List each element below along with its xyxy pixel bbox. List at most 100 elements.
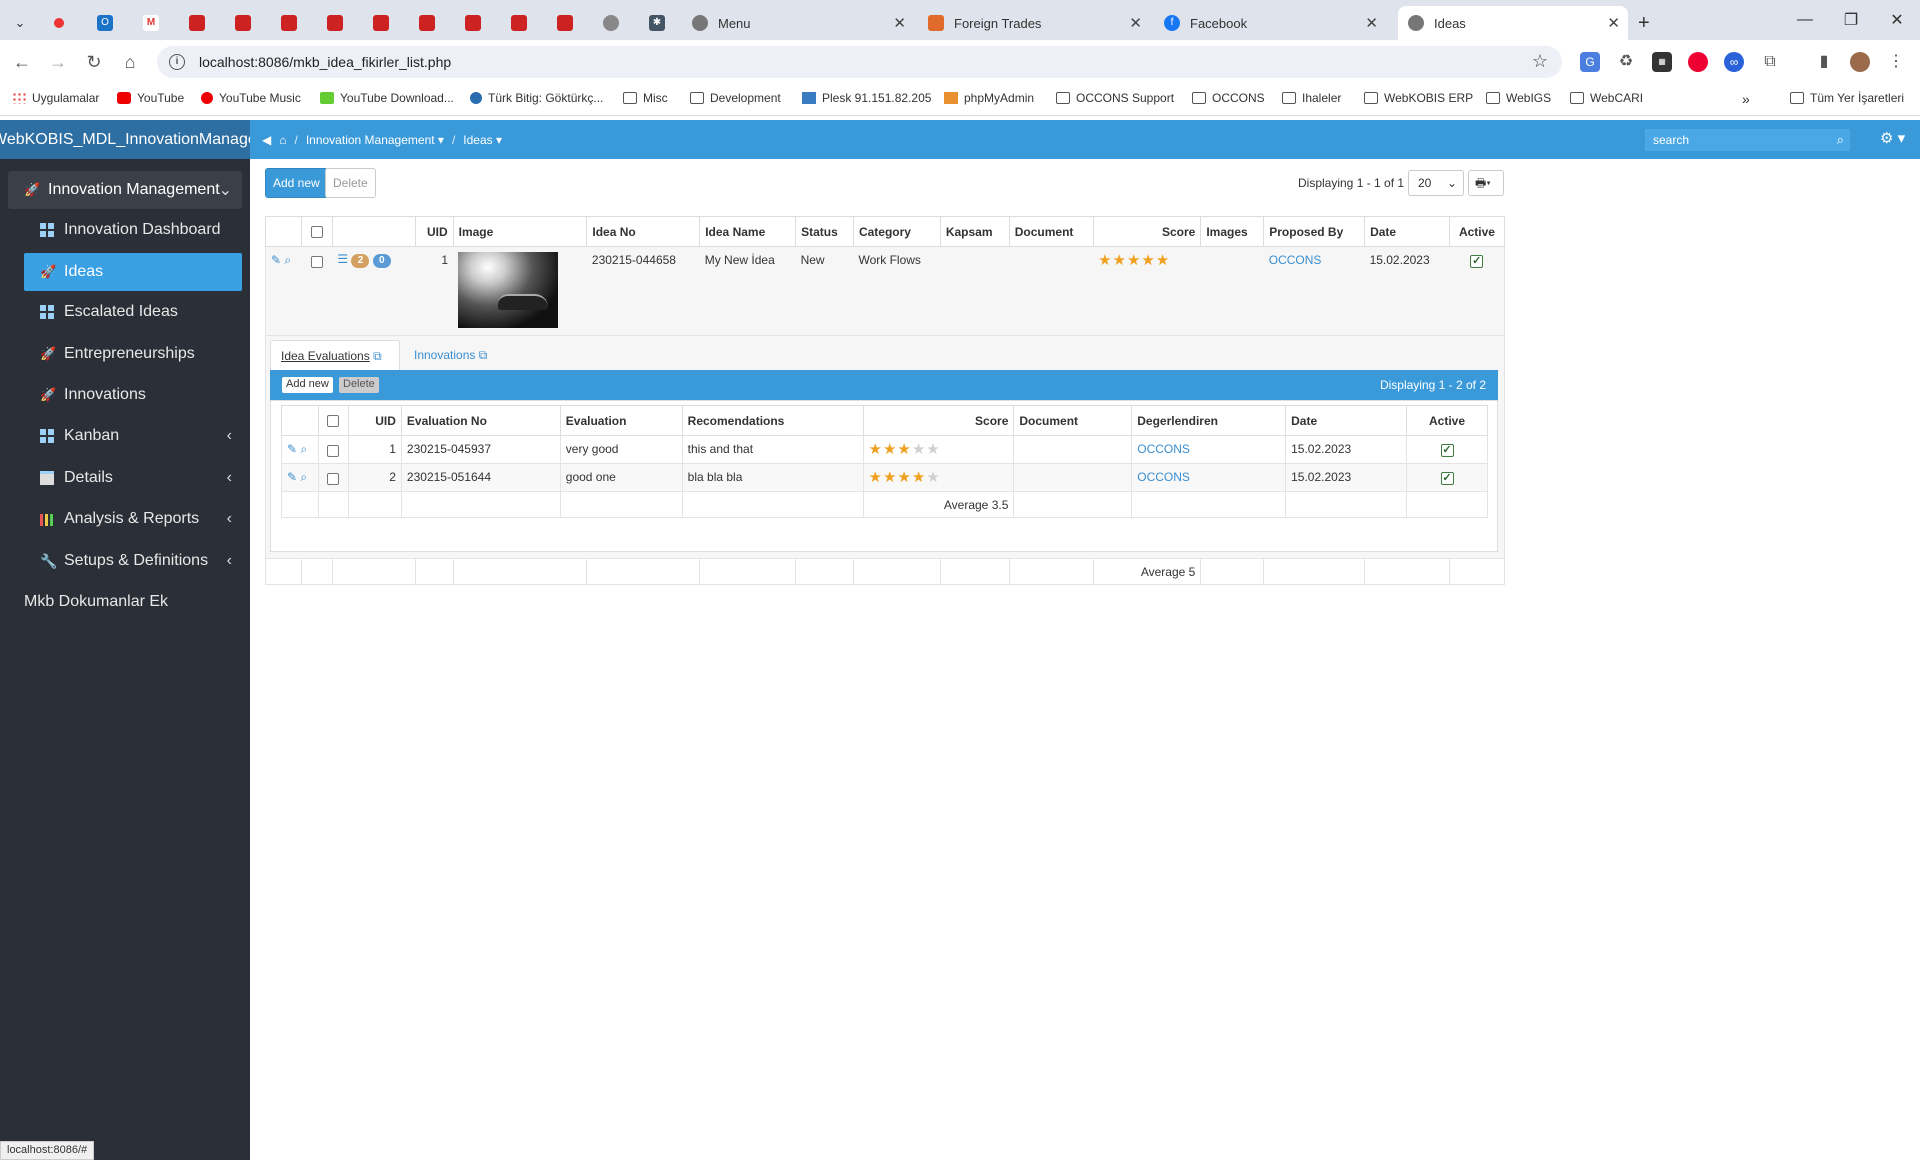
sidepanel-icon[interactable]: ▮	[1814, 52, 1834, 72]
sidebar-item-innovation-management[interactable]: 🚀 Innovation Management ⌄	[8, 171, 242, 209]
close-icon[interactable]: ✕	[1607, 14, 1620, 32]
bookmark-webkobis-erp[interactable]: WebKOBIS ERP	[1364, 91, 1473, 105]
sidebar-item-entrepreneurships[interactable]: 🚀 Entrepreneurships	[24, 335, 242, 373]
external-link-icon[interactable]: ⧉	[373, 349, 382, 363]
proposed-by-link[interactable]: OCCONS	[1269, 253, 1322, 267]
column-header[interactable]: Document	[1013, 405, 1133, 436]
app-brand[interactable]: WebKOBIS_MDL_InnovationManagement	[0, 120, 250, 159]
print-button[interactable]: 🖶▾	[1468, 170, 1504, 196]
url-text[interactable]: localhost:8086/mkb_idea_fikirler_list.ph…	[199, 54, 451, 70]
evaluations-count-badge[interactable]: 2	[351, 254, 370, 268]
active-checkbox[interactable]: ✓	[1440, 472, 1454, 485]
pinned-tab[interactable]	[220, 6, 266, 40]
edit-icon[interactable]: ✎	[287, 470, 297, 484]
sidebar-item-innovation-dashboard[interactable]: Innovation Dashboard	[24, 211, 242, 249]
search-icon[interactable]: ⌕	[300, 442, 307, 456]
bookmark-development[interactable]: Development	[690, 91, 781, 105]
restore-icon[interactable]: ❐	[1828, 0, 1874, 40]
translate-icon[interactable]: G	[1580, 52, 1600, 72]
column-header[interactable]: UID	[347, 405, 402, 436]
close-icon[interactable]: ✕	[893, 14, 906, 32]
sidebar-item-analysis-reports[interactable]: Analysis & Reports ‹	[24, 500, 242, 538]
recycle-icon[interactable]: ♻	[1616, 52, 1636, 72]
add-new-button[interactable]: Add new	[265, 168, 328, 198]
pinned-tab[interactable]	[266, 6, 312, 40]
sidebar-item-kanban[interactable]: Kanban ‹	[24, 417, 242, 455]
table-row[interactable]: ✎ ⌕ 2 230215-051644 good one bla bla bla…	[281, 463, 1488, 492]
bookmark-apps[interactable]: Uygulamalar	[12, 91, 99, 105]
search-icon[interactable]: ⌕	[284, 253, 291, 267]
search-icon[interactable]: ⌕	[300, 470, 307, 484]
column-header[interactable]: Idea No	[586, 216, 701, 247]
reload-icon[interactable]: ↻	[82, 50, 106, 74]
column-header[interactable]: Degerlendiren	[1131, 405, 1287, 436]
close-icon[interactable]: ✕	[1129, 14, 1142, 32]
column-header[interactable]: Active	[1406, 405, 1488, 436]
pinned-tab[interactable]	[358, 6, 404, 40]
bookmark-misc[interactable]: Misc	[623, 91, 668, 105]
minimize-icon[interactable]: —	[1782, 0, 1828, 40]
column-header[interactable]: Evaluation No	[400, 405, 561, 436]
site-info-icon[interactable]: i	[169, 54, 185, 70]
bookmark-youtube-music[interactable]: YouTube Music	[201, 91, 301, 105]
search-input[interactable]: search ⌕	[1645, 129, 1850, 151]
edit-icon[interactable]: ✎	[271, 253, 281, 267]
active-checkbox[interactable]: ✓	[1440, 444, 1454, 457]
pinned-tab[interactable]	[542, 6, 588, 40]
pinned-tab[interactable]	[496, 6, 542, 40]
avatar[interactable]	[1850, 52, 1870, 72]
eval-add-new-button[interactable]: Add new	[282, 377, 333, 393]
pinned-tab[interactable]	[174, 6, 220, 40]
chevron-down-icon[interactable]: ⌄	[219, 180, 232, 200]
bookmark-youtube[interactable]: YouTube	[117, 91, 184, 105]
tab-search-button[interactable]: ⌄	[0, 6, 40, 40]
window-close-icon[interactable]: ✕	[1874, 0, 1920, 40]
pinned-tab[interactable]: M	[128, 6, 174, 40]
external-link-icon[interactable]: ⧉	[479, 348, 488, 362]
bookmark-phpmyadmin[interactable]: phpMyAdmin	[944, 91, 1034, 105]
list-icon[interactable]: ☰	[337, 252, 348, 266]
column-header[interactable]: UID	[414, 216, 454, 247]
tab-foreign-trades[interactable]: Foreign Trades ✕	[920, 6, 1150, 40]
bookmark-turk-bitig[interactable]: Türk Bitig: Göktürkç...	[470, 91, 603, 105]
column-header[interactable]: Document	[1008, 216, 1094, 247]
pinned-tab[interactable]	[36, 6, 82, 40]
row-checkbox[interactable]	[327, 444, 340, 457]
column-header[interactable]: Score	[862, 405, 1015, 436]
column-header[interactable]: Score	[1092, 216, 1202, 247]
tab-facebook[interactable]: f Facebook ✕	[1156, 6, 1386, 40]
pinned-tab[interactable]	[312, 6, 358, 40]
search-icon[interactable]: ⌕	[1837, 129, 1844, 151]
column-header[interactable]: Kapsam	[939, 216, 1010, 247]
tab-menu[interactable]: Menu ✕	[684, 6, 914, 40]
page-size-select[interactable]: 20 ⌄	[1408, 170, 1464, 196]
extension-icon[interactable]: ∞	[1724, 52, 1744, 72]
chevron-left-icon[interactable]: ‹	[227, 469, 232, 487]
extension-icon[interactable]	[1688, 52, 1708, 72]
sidebar-item-ideas[interactable]: 🚀 Ideas	[24, 253, 242, 291]
bookmark-occons[interactable]: OCCONS	[1192, 91, 1265, 105]
tab-innovations[interactable]: Innovations ⧉	[414, 348, 487, 363]
edit-icon[interactable]: ✎	[287, 442, 297, 456]
forward-icon[interactable]: →	[46, 50, 70, 74]
pinned-tab[interactable]	[404, 6, 450, 40]
pinned-tab[interactable]	[450, 6, 496, 40]
degerlendiren-link[interactable]: OCCONS	[1137, 442, 1190, 456]
sidebar-item-mkb-dokumanlar-ek[interactable]: Mkb Dokumanlar Ek	[24, 583, 242, 621]
chevron-left-icon[interactable]: ‹	[227, 552, 232, 570]
collapse-sidebar-icon[interactable]: ◀	[262, 133, 271, 147]
idea-image-thumbnail[interactable]	[458, 252, 559, 328]
column-header[interactable]: Date	[1285, 405, 1408, 436]
column-header[interactable]: Status	[795, 216, 854, 247]
column-header[interactable]: Image	[452, 216, 588, 247]
chevron-left-icon[interactable]: ‹	[227, 510, 232, 528]
sidebar-item-setups-definitions[interactable]: 🔧 Setups & Definitions ‹	[24, 542, 242, 580]
column-header[interactable]: Recomendations	[681, 405, 864, 436]
column-header[interactable]: Images	[1200, 216, 1265, 247]
tab-ideas[interactable]: Ideas ✕	[1398, 6, 1628, 40]
table-row[interactable]: ✎ ⌕ ☰ 2 0 1 230215-044658 My New İdea Ne…	[265, 246, 1506, 336]
all-bookmarks[interactable]: Tüm Yer İşaretleri	[1790, 91, 1904, 105]
column-header[interactable]: Active	[1448, 216, 1506, 247]
home-icon[interactable]: ⌂	[279, 133, 286, 147]
pinned-tab[interactable]: O	[82, 6, 128, 40]
